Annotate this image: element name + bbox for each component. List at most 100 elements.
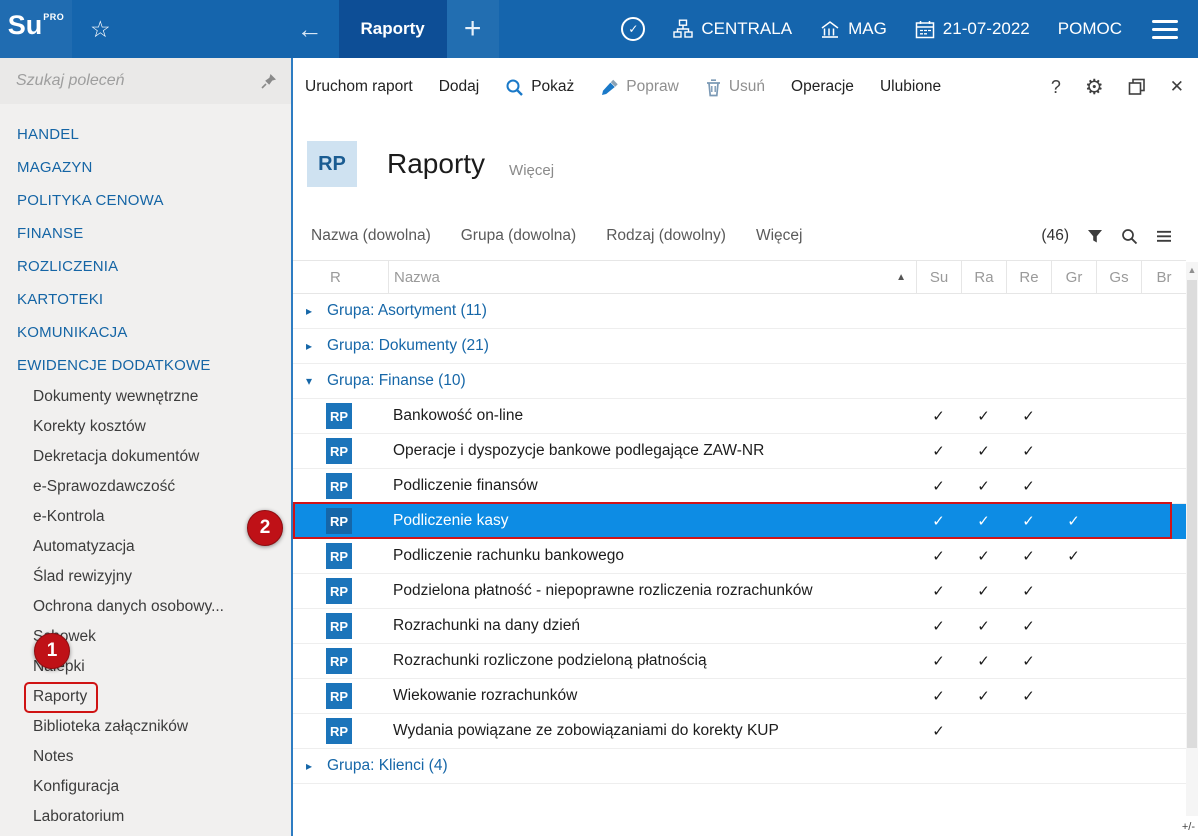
- column-header-r[interactable]: R: [293, 261, 388, 293]
- sidebar-item-notes[interactable]: Notes: [0, 742, 291, 772]
- pin-icon[interactable]: [261, 73, 277, 89]
- report-type-cell: RP: [293, 718, 388, 744]
- sort-asc-icon[interactable]: ▲: [896, 272, 906, 283]
- date-selector[interactable]: 21-07-2022: [915, 19, 1030, 39]
- check-circle-icon[interactable]: ✓: [621, 17, 646, 41]
- group-row[interactable]: ▾ Grupa: Finanse (10): [293, 364, 1186, 399]
- column-header-re[interactable]: Re: [1006, 261, 1051, 293]
- sidebar-item-polityka-cenowa[interactable]: POLITYKA CENOWA: [0, 184, 291, 217]
- report-row[interactable]: RP Podliczenie kasy ✓ ✓ ✓ ✓: [293, 502, 1186, 539]
- sidebar-item-ochrona-danych-osobowy[interactable]: Ochrona danych osobowy...: [0, 592, 291, 622]
- sidebar-item-komunikacja[interactable]: KOMUNIKACJA: [0, 316, 291, 349]
- group-caret-icon[interactable]: ▸: [306, 304, 318, 318]
- warehouse-selector[interactable]: MAG: [820, 19, 887, 39]
- group-label: Grupa: Finanse (10): [327, 372, 466, 389]
- group-row[interactable]: ▸ Grupa: Asortyment (11): [293, 294, 1186, 329]
- scrollbar-thumb[interactable]: [1187, 280, 1197, 748]
- sidebar-item-raporty[interactable]: Raporty: [0, 682, 291, 713]
- check-re: ✓: [1022, 513, 1035, 530]
- help-menu[interactable]: POMOC: [1058, 19, 1122, 39]
- vertical-scrollbar[interactable]: ▲: [1186, 262, 1198, 816]
- report-name: Operacje i dyspozycje bankowe podlegając…: [393, 442, 765, 459]
- report-row[interactable]: RP Rozrachunki na dany dzień ✓ ✓ ✓: [293, 609, 1186, 644]
- company-selector[interactable]: CENTRALA: [673, 19, 792, 39]
- filter-name[interactable]: Nazwa (dowolna): [311, 227, 431, 245]
- sidebar-subitem-label: Automatyzacja: [33, 538, 135, 555]
- delete-button[interactable]: Usuń: [705, 78, 765, 97]
- filter-group[interactable]: Grupa (dowolna): [461, 227, 576, 245]
- report-table-body: ▸ Grupa: Asortyment (11) ▸ Grupa: Dokume…: [293, 294, 1198, 784]
- group-caret-icon[interactable]: ▸: [306, 759, 318, 773]
- favorites-star-icon[interactable]: ☆: [90, 16, 111, 43]
- report-row[interactable]: RP Podliczenie rachunku bankowego ✓ ✓ ✓ …: [293, 539, 1186, 574]
- sidebar-item-rozliczenia[interactable]: ROZLICZENIA: [0, 250, 291, 283]
- search-input[interactable]: [16, 72, 253, 90]
- column-header-su[interactable]: Su: [916, 261, 961, 293]
- check-su: ✓: [932, 513, 945, 530]
- app-logo[interactable]: Su PRO: [0, 0, 72, 58]
- column-header-gs[interactable]: Gs: [1096, 261, 1141, 293]
- column-header-ra[interactable]: Ra: [961, 261, 1006, 293]
- sidebar-item-magazyn[interactable]: MAGAZYN: [0, 151, 291, 184]
- column-header-nazwa[interactable]: Nazwa ▲: [388, 261, 916, 293]
- close-icon[interactable]: ✕: [1170, 77, 1184, 97]
- run-report-button[interactable]: Uruchom raport: [305, 78, 413, 96]
- back-arrow-icon[interactable]: ←: [297, 16, 323, 42]
- report-name: Wydania powiązane ze zobowiązaniami do k…: [393, 722, 779, 739]
- report-type-icon: RP: [326, 718, 352, 744]
- favorites-button[interactable]: Ulubione: [880, 78, 941, 96]
- help-button[interactable]: ?: [1051, 77, 1061, 98]
- hamburger-menu-icon[interactable]: [1150, 16, 1180, 43]
- report-type-icon: RP: [326, 403, 352, 429]
- funnel-filter-icon[interactable]: [1087, 229, 1103, 244]
- list-view-icon[interactable]: [1156, 230, 1172, 243]
- edit-button[interactable]: Popraw: [600, 78, 679, 97]
- sidebar-category-label: KOMUNIKACJA: [17, 324, 128, 341]
- report-row[interactable]: RP Wydania powiązane ze zobowiązaniami d…: [293, 714, 1186, 749]
- report-module-icon: RP: [307, 141, 357, 187]
- show-button[interactable]: Pokaż: [505, 78, 574, 97]
- check-gr: ✓: [1067, 513, 1080, 530]
- sidebar-item-slad-rewizyjny[interactable]: Ślad rewizyjny: [0, 562, 291, 592]
- sidebar-item-automatyzacja[interactable]: Automatyzacja: [0, 532, 291, 562]
- title-more-link[interactable]: Więcej: [509, 162, 554, 179]
- sidebar-subitem-label: Laboratorium: [33, 808, 125, 825]
- operations-button[interactable]: Operacje: [791, 78, 854, 96]
- sidebar-item-konfiguracja[interactable]: Konfiguracja: [0, 772, 291, 802]
- sidebar-category-label: EWIDENCJE DODATKOWE: [17, 357, 211, 374]
- new-tab-button[interactable]: +: [446, 0, 499, 58]
- report-row[interactable]: RP Bankowość on-line ✓ ✓ ✓: [293, 399, 1186, 434]
- sidebar-item-handel[interactable]: HANDEL: [0, 118, 291, 151]
- sidebar-item-laboratorium[interactable]: Laboratorium: [0, 802, 291, 832]
- restore-window-icon[interactable]: [1128, 78, 1146, 96]
- report-row[interactable]: RP Operacje i dyspozycje bankowe podlega…: [293, 434, 1186, 469]
- report-row[interactable]: RP Podzielona płatność - niepoprawne roz…: [293, 574, 1186, 609]
- sidebar-item-biblioteka-za-acznikow[interactable]: Biblioteka załączników: [0, 712, 291, 742]
- group-caret-icon[interactable]: ▾: [306, 374, 318, 388]
- scroll-up-icon[interactable]: ▲: [1186, 262, 1198, 278]
- group-row[interactable]: ▸ Grupa: Klienci (4): [293, 749, 1186, 784]
- filter-kind[interactable]: Rodzaj (dowolny): [606, 227, 726, 245]
- add-button[interactable]: Dodaj: [439, 78, 480, 96]
- sidebar-item-finanse[interactable]: FINANSE: [0, 217, 291, 250]
- group-row[interactable]: ▸ Grupa: Dokumenty (21): [293, 329, 1186, 364]
- group-caret-icon[interactable]: ▸: [306, 339, 318, 353]
- sidebar-item-dekretacja-dokumentow[interactable]: Dekretacja dokumentów: [0, 442, 291, 472]
- sidebar-item-kartoteki[interactable]: KARTOTEKI: [0, 283, 291, 316]
- sidebar-item-korekty-kosztow[interactable]: Korekty kosztów: [0, 412, 291, 442]
- report-row[interactable]: RP Wiekowanie rozrachunków ✓ ✓ ✓: [293, 679, 1186, 714]
- report-row[interactable]: RP Rozrachunki rozliczone podzieloną pła…: [293, 644, 1186, 679]
- sidebar-item-e-sprawozdawczosc[interactable]: e-Sprawozdawczość: [0, 472, 291, 502]
- tab-raporty[interactable]: Raporty: [338, 0, 447, 58]
- sidebar-item-ewidencje-dodatkowe[interactable]: EWIDENCJE DODATKOWE: [0, 349, 291, 382]
- report-row[interactable]: RP Podliczenie finansów ✓ ✓ ✓: [293, 469, 1186, 504]
- column-header-br[interactable]: Br: [1141, 261, 1186, 293]
- search-icon[interactable]: [1121, 228, 1138, 245]
- sidebar-item-dokumenty-wewnetrzne[interactable]: Dokumenty wewnętrzne: [0, 382, 291, 412]
- sidebar: HANDEL MAGAZYN POLITYKA CENOWA FINANSE ROZLI…: [0, 58, 291, 836]
- check-ra: ✓: [977, 583, 990, 600]
- filter-more-link[interactable]: Więcej: [756, 227, 803, 245]
- settings-gear-icon[interactable]: ⚙: [1085, 77, 1104, 98]
- report-name: Bankowość on-line: [393, 407, 524, 424]
- column-header-gr[interactable]: Gr: [1051, 261, 1096, 293]
